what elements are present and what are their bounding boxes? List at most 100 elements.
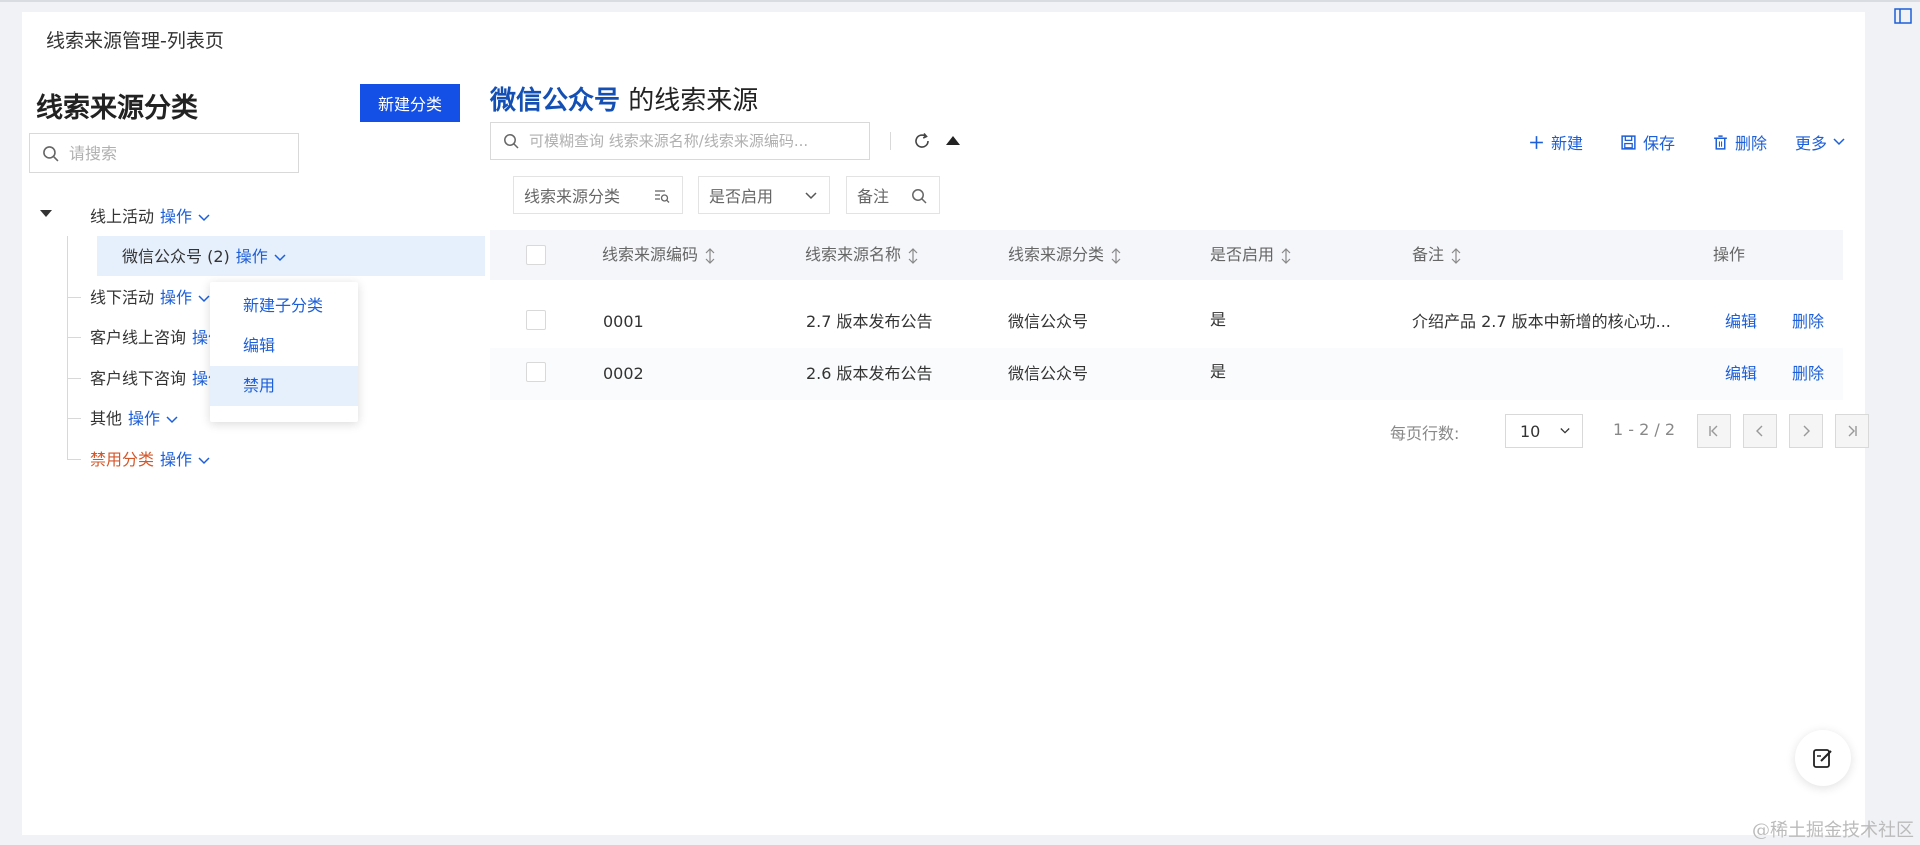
column-header-code[interactable]: 线索来源编码 [602,230,716,280]
filter-label: 线索来源分类 [524,187,621,206]
tree-node-label: 微信公众号 (2) [122,247,230,266]
edit-note-icon [1813,749,1832,768]
operation-dropdown-menu: 新建子分类 编辑 禁用 [210,282,358,422]
new-category-button[interactable]: 新建分类 [360,84,460,122]
tree-node-op[interactable]: 操作 [160,288,192,307]
more-button[interactable]: 更多 [1795,130,1845,154]
main-search-box[interactable] [490,122,870,160]
menu-item-disable[interactable]: 禁用 [210,366,358,406]
delete-button[interactable]: 删除 [1712,130,1767,154]
last-page-button[interactable] [1835,414,1869,448]
chevron-down-icon [805,192,817,200]
column-header-name[interactable]: 线索来源名称 [805,230,919,280]
table-row[interactable]: 0002 2.6 版本发布公告 微信公众号 是 编辑 删除 [490,348,1843,400]
row-checkbox[interactable] [526,310,546,330]
chevron-down-icon [166,415,178,423]
heading-suffix: 的线索来源 [620,86,759,116]
tree-connector [67,337,81,338]
filter-label: 备注 [857,187,890,206]
column-header-remark[interactable]: 备注 [1412,230,1462,280]
tree-node-online-activity[interactable]: 线上活动 操作 [90,205,210,229]
trash-icon [1714,134,1727,150]
tree-node-op[interactable]: 操作 [128,409,160,428]
chevron-right-icon [1803,425,1810,437]
tree-node-label: 线下活动 [90,288,155,307]
chevron-down-icon [1833,138,1845,146]
delete-link[interactable]: 删除 [1792,296,1824,348]
save-button[interactable]: 保存 [1620,130,1675,154]
tree-node-label: 其他 [90,409,123,428]
cell-name: 2.7 版本发布公告 [806,312,933,331]
column-title: 线索来源名称 [805,245,902,264]
row-checkbox[interactable] [526,362,546,382]
tree-node-offline-activity[interactable]: 线下活动 操作 [90,286,210,310]
watermark: @稀土掘金技术社区 [1752,820,1914,841]
tree-node-offline-consult[interactable]: 客户线下咨询 操作 [90,367,224,391]
tree-node-label: 禁用分类 [90,450,155,469]
category-heading: 线索来源分类 [36,93,198,124]
tree-node-disabled[interactable]: 禁用分类 操作 [90,448,210,472]
filter-category[interactable]: 线索来源分类 [513,176,683,214]
select-all-checkbox[interactable] [526,245,546,265]
page-size-select[interactable]: 10 [1505,414,1583,448]
tree-node-online-consult[interactable]: 客户线上咨询 操作 [90,326,224,350]
new-button[interactable]: 新建 [1528,130,1583,154]
edit-link[interactable]: 编辑 [1725,348,1757,400]
last-page-icon [1848,425,1857,437]
cell-code: 0001 [603,312,644,331]
delete-label: 删除 [1735,134,1768,153]
more-label: 更多 [1795,134,1828,153]
column-title: 线索来源分类 [1008,245,1105,264]
menu-item-new-subcategory[interactable]: 新建子分类 [210,286,358,326]
column-header-category[interactable]: 线索来源分类 [1008,230,1122,280]
tree-node-label: 线上活动 [90,207,155,226]
table-row[interactable]: 0001 2.7 版本发布公告 微信公众号 是 介绍产品 2.7 版本中新增的核… [490,296,1843,348]
delete-link[interactable]: 删除 [1792,348,1824,400]
sidebar-toggle-icon[interactable] [1893,6,1913,26]
tree-search-input[interactable] [69,143,289,163]
tree-node-op[interactable]: 操作 [236,247,268,266]
refresh-icon[interactable] [912,131,932,151]
sort-icon [1451,247,1461,264]
next-page-button[interactable] [1789,414,1823,448]
expand-caret-icon[interactable] [40,210,52,217]
edit-link[interactable]: 编辑 [1725,296,1757,348]
tree-node-wechat[interactable]: 微信公众号 (2) 操作 [122,245,286,269]
main-search-input[interactable] [529,132,859,150]
filter-enabled[interactable]: 是否启用 [698,176,830,214]
tree-search-box[interactable] [29,133,299,173]
page-size-value: 10 [1520,421,1541,441]
sort-icon [705,247,715,264]
column-title: 操作 [1713,245,1746,264]
first-page-button[interactable] [1697,414,1731,448]
rows-per-page-label: 每页行数: [1390,424,1460,443]
tree-connector [67,236,68,460]
tree-node-op[interactable]: 操作 [160,450,192,469]
cell-enabled: 是 [1210,310,1227,329]
column-header-enabled[interactable]: 是否启用 [1210,230,1292,280]
cell-category: 微信公众号 [1008,364,1089,383]
floating-edit-button[interactable] [1795,730,1851,786]
prev-page-button[interactable] [1743,414,1777,448]
tree-connector [67,459,81,460]
tree-node-op[interactable]: 操作 [160,207,192,226]
column-header-actions: 操作 [1713,230,1745,280]
menu-item-edit[interactable]: 编辑 [210,326,358,366]
chevron-down-icon [198,456,210,464]
column-title: 备注 [1412,245,1445,264]
chevron-down-icon [274,253,286,261]
search-icon [504,134,519,149]
new-label: 新建 [1551,134,1584,153]
column-title: 线索来源编码 [602,245,699,264]
cell-name: 2.6 版本发布公告 [806,364,933,383]
chevron-down-icon [198,294,210,302]
chevron-left-icon [1756,425,1763,437]
sort-icon [1281,247,1291,264]
save-label: 保存 [1643,134,1676,153]
collapse-up-icon[interactable] [946,136,960,145]
filter-remark[interactable]: 备注 [846,176,940,214]
tree-node-other[interactable]: 其他 操作 [90,407,178,431]
table-header: 线索来源编码 线索来源名称 线索来源分类 是否启用 备注 操作 [490,230,1843,280]
tree-connector [67,297,81,298]
tree-connector [67,418,81,419]
